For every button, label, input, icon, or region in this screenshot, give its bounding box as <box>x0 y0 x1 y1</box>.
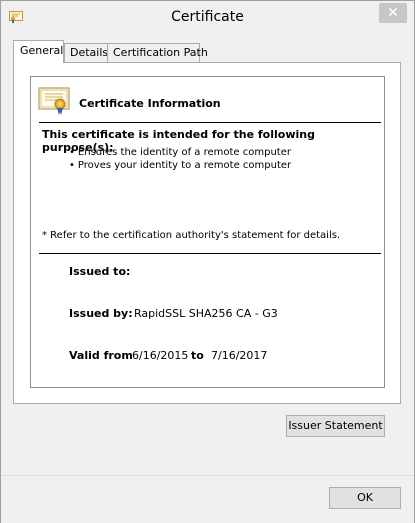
certificate-icon <box>38 87 70 115</box>
certificate-info-box: Certificate Information This certificate… <box>30 76 385 388</box>
tab-certification-path[interactable]: Certification Path <box>107 43 208 62</box>
general-tab-panel: Certificate Information This certificate… <box>13 62 401 404</box>
divider <box>39 122 381 123</box>
purpose-item: Ensures the identity of a remote compute… <box>69 146 291 159</box>
issued-to-label: Issued to: <box>69 265 131 278</box>
valid-from-value[interactable]: 6/16/2015 <box>132 349 188 362</box>
close-icon: ✕ <box>387 5 399 21</box>
tab-details[interactable]: Details <box>64 43 108 62</box>
title-bar[interactable]: Certificate ✕ <box>1 1 414 35</box>
window-title: Certificate <box>171 9 244 25</box>
valid-to-label: to <box>191 349 204 362</box>
divider <box>39 253 381 254</box>
purpose-list: Ensures the identity of a remote compute… <box>69 146 291 172</box>
certificate-dialog: Certificate ✕ General Details Certificat… <box>0 0 415 523</box>
tab-general[interactable]: General <box>13 40 64 63</box>
authority-note: * Refer to the certification authority's… <box>42 230 341 241</box>
valid-from-label: Valid from <box>69 349 133 362</box>
certificate-info-heading: Certificate Information <box>79 97 221 110</box>
close-button[interactable]: ✕ <box>379 3 407 23</box>
issuer-statement-button[interactable]: Issuer Statement <box>286 415 385 437</box>
ok-button[interactable]: OK <box>329 487 401 509</box>
purpose-item: Proves your identity to a remote compute… <box>69 159 291 172</box>
issued-by-label: Issued by: <box>69 307 133 320</box>
valid-to-value[interactable]: 7/16/2017 <box>211 349 267 362</box>
issued-by-value[interactable]: RapidSSL SHA256 CA - G3 <box>134 307 278 320</box>
